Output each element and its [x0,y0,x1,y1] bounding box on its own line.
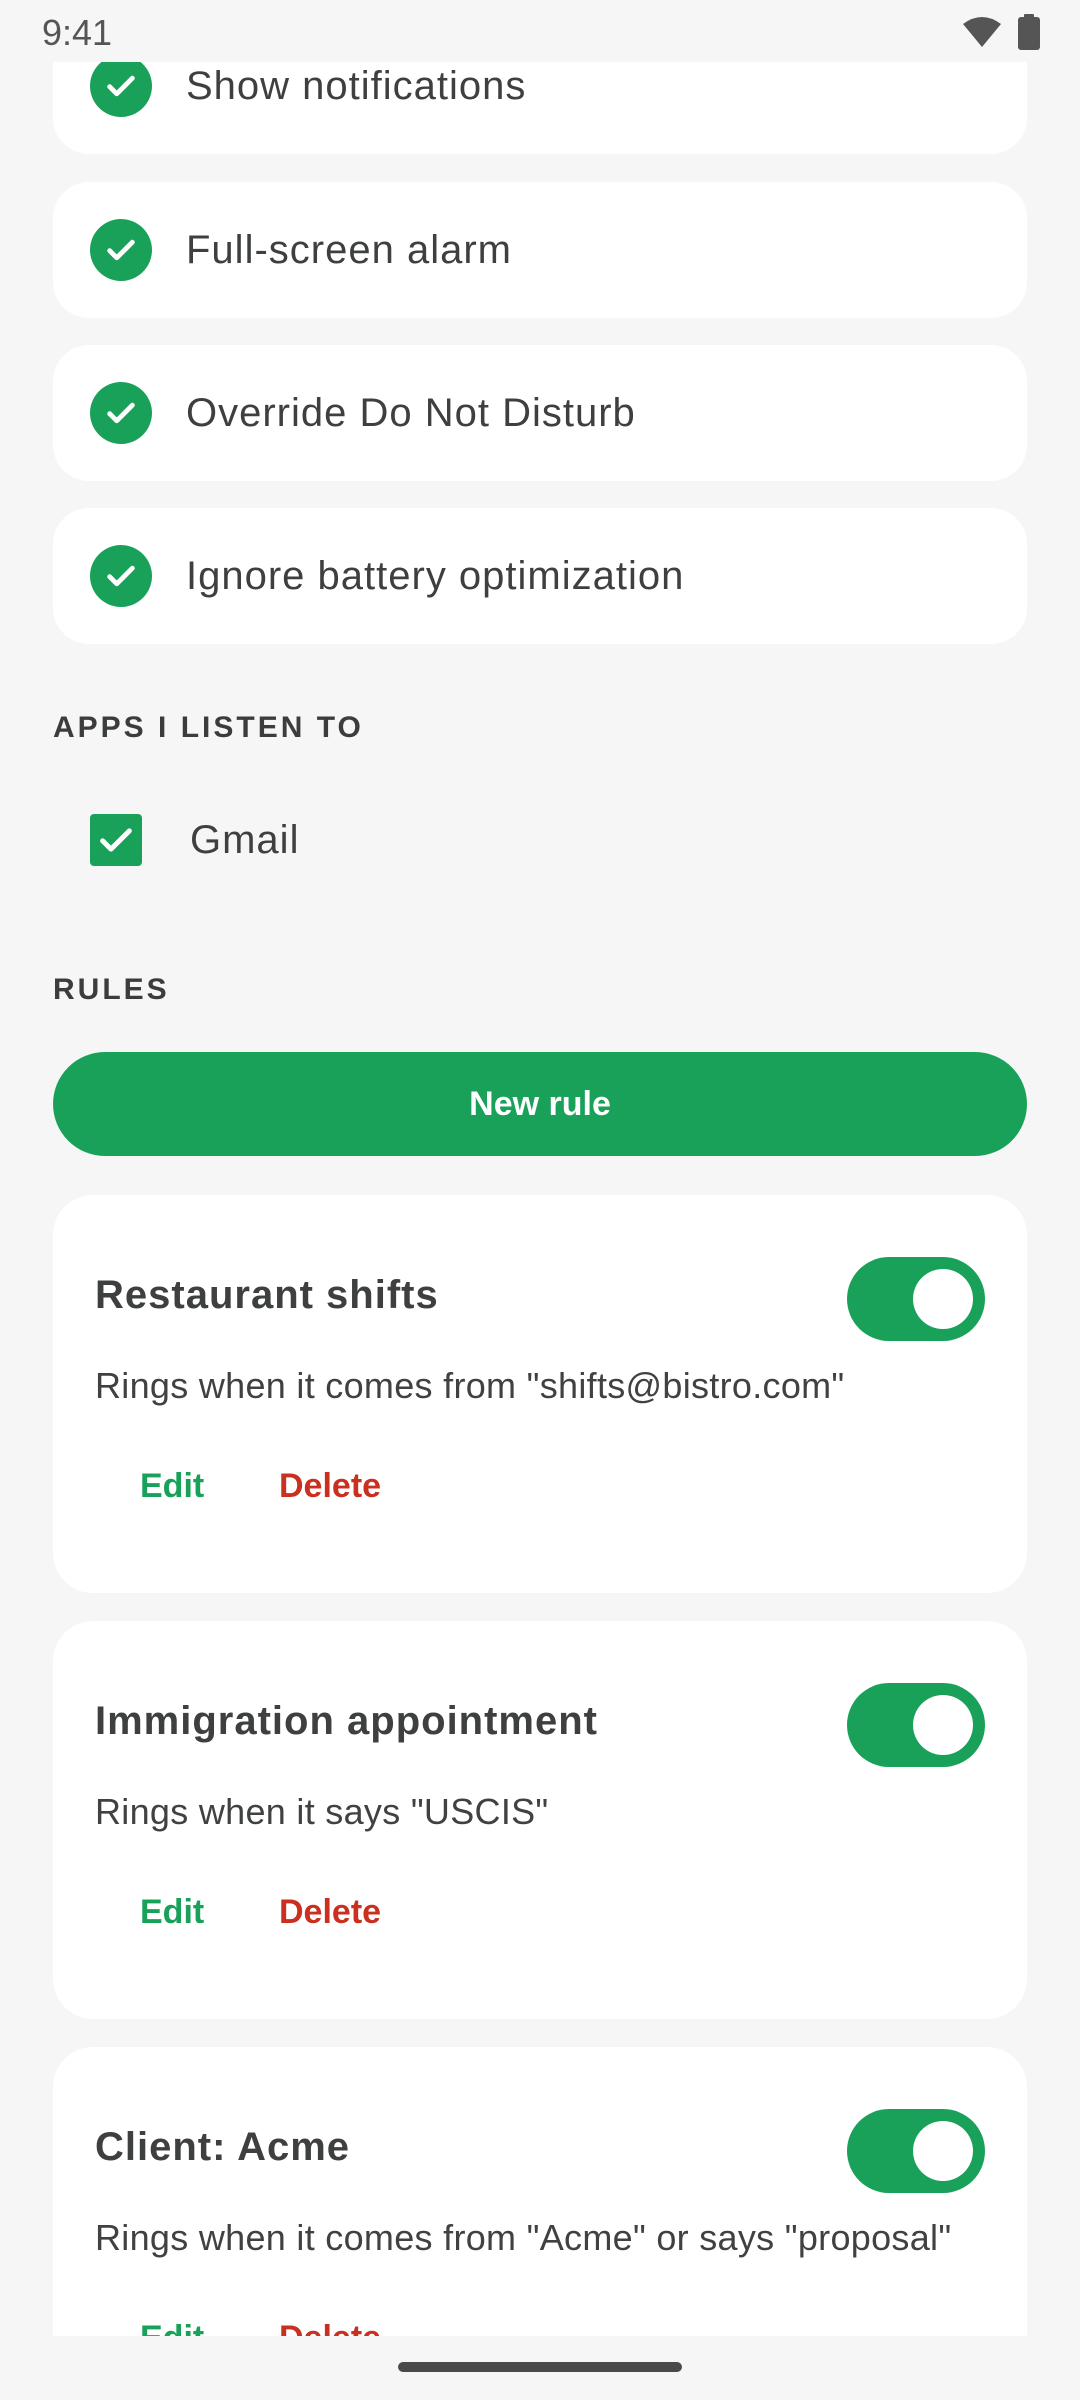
rule-card: Restaurant shifts Rings when it comes fr… [53,1195,1027,1593]
status-bar: 9:41 [0,0,1080,62]
rule-description: Rings when it says "USCIS" [95,1791,549,1832]
toggle-knob [913,1269,973,1329]
rule-enabled-toggle[interactable] [847,1683,985,1767]
gesture-nav-handle[interactable] [398,2362,682,2372]
rule-card: Client: Acme Rings when it comes from "A… [53,2047,1027,2336]
permission-override-dnd[interactable]: Override Do Not Disturb [53,345,1027,481]
permission-full-screen-alarm[interactable]: Full-screen alarm [53,182,1027,318]
rule-enabled-toggle[interactable] [847,2109,985,2193]
rule-title: Immigration appointment [95,1699,598,1743]
app-label: Gmail [190,817,300,862]
delete-rule-button[interactable]: Delete [279,1467,381,1506]
app-item-gmail[interactable]: Gmail [90,814,299,866]
permission-label: Ignore battery optimization [186,553,685,598]
edit-rule-button[interactable]: Edit [140,2319,204,2336]
new-rule-button[interactable]: New rule [53,1052,1027,1156]
permission-label: Show notifications [186,63,527,108]
status-icons [962,14,1040,50]
edit-rule-button[interactable]: Edit [140,1893,204,1932]
delete-rule-button[interactable]: Delete [279,2319,381,2336]
rule-enabled-toggle[interactable] [847,1257,985,1341]
check-circle-icon [90,382,152,444]
delete-rule-button[interactable]: Delete [279,1893,381,1932]
checkbox-checked-icon[interactable] [90,814,142,866]
rule-card: Immigration appointment Rings when it sa… [53,1621,1027,2019]
edit-rule-button[interactable]: Edit [140,1467,204,1506]
toggle-knob [913,2121,973,2181]
apps-section-header: APPS I LISTEN TO [53,711,364,744]
permission-label: Full-screen alarm [186,227,512,272]
wifi-icon [962,16,1002,48]
check-circle-icon [90,219,152,281]
rules-section-header: RULES [53,973,170,1006]
check-circle-icon [90,545,152,607]
rule-title: Restaurant shifts [95,1273,439,1317]
rule-description: Rings when it comes from "shifts@bistro.… [95,1365,845,1406]
permission-ignore-battery-optimization[interactable]: Ignore battery optimization [53,508,1027,644]
rule-description: Rings when it comes from "Acme" or says … [95,2217,952,2258]
rule-title: Client: Acme [95,2125,351,2169]
status-time: 9:41 [42,12,113,53]
screen: Show notifications Full-screen alarm Ove… [0,0,1080,2400]
check-circle-icon [90,55,152,117]
battery-icon [1018,14,1040,50]
toggle-knob [913,1695,973,1755]
settings-scroll-content[interactable]: Show notifications Full-screen alarm Ove… [0,0,1080,2336]
permission-label: Override Do Not Disturb [186,390,636,435]
